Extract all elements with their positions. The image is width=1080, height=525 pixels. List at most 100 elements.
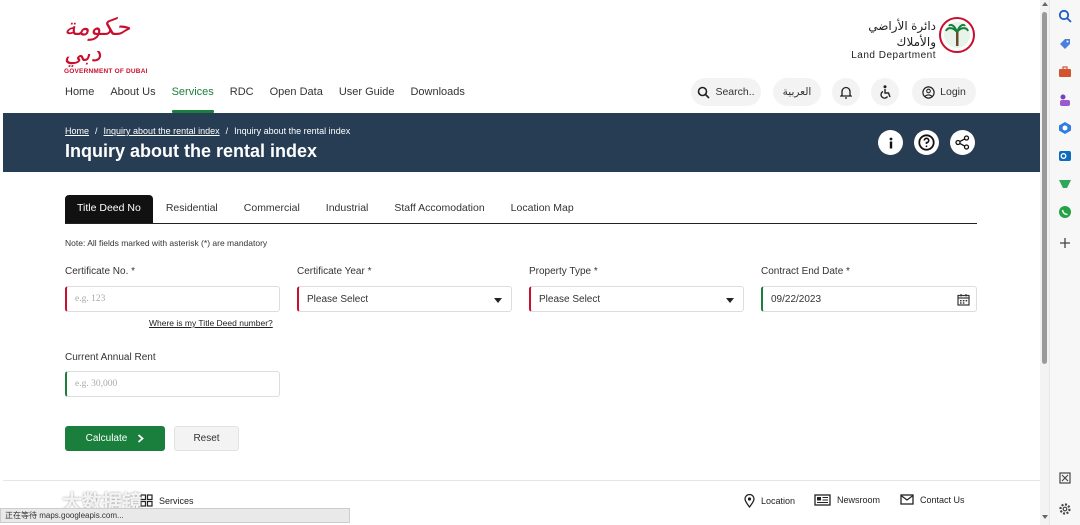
land-department-logo[interactable]: دائرة الأراضي والأملاك Land Department [836, 16, 978, 61]
nav-downloads[interactable]: Downloads [410, 84, 464, 106]
login-button[interactable]: Login [912, 78, 976, 106]
contact-label: Contact Us [920, 494, 965, 505]
scroll-up-arrow[interactable] [1042, 2, 1048, 6]
add-icon[interactable] [1058, 236, 1072, 250]
nav-open-data[interactable]: Open Data [270, 84, 323, 106]
calculate-button[interactable]: Calculate [65, 426, 165, 451]
contract-end-date-value: 09/22/2023 [771, 293, 822, 305]
user-icon [922, 85, 935, 99]
share-icon [955, 135, 970, 150]
question-icon [918, 134, 935, 151]
chevron-down-icon [726, 298, 734, 303]
share-button[interactable] [950, 130, 975, 155]
newsroom-label: Newsroom [837, 495, 881, 505]
search-label: Search.. [715, 86, 755, 98]
certificate-year-label: Certificate Year * [297, 266, 372, 277]
certificate-no-input[interactable]: e.g. 123 [65, 286, 280, 312]
tab-commercial[interactable]: Commercial [231, 195, 313, 223]
nav-home[interactable]: Home [65, 84, 94, 106]
property-type-value: Please Select [539, 293, 601, 305]
breadcrumb-parent[interactable]: Inquiry about the rental index [104, 126, 220, 136]
gear-icon[interactable] [1058, 502, 1072, 516]
contact-us-shortcut[interactable]: Contact Us [900, 494, 965, 505]
breadcrumb-home[interactable]: Home [65, 126, 89, 136]
newsroom-shortcut[interactable]: Newsroom [814, 494, 880, 506]
mandatory-note: Note: All fields marked with asterisk (*… [65, 238, 268, 248]
split-screen-icon[interactable] [1058, 471, 1072, 485]
whatsapp-icon[interactable] [1058, 205, 1072, 219]
location-pin-icon [744, 494, 755, 508]
location-shortcut[interactable]: Location [744, 494, 795, 508]
inquiry-tabs: Title Deed No Residential Commercial Ind… [65, 195, 977, 224]
services-label: Services [159, 495, 194, 506]
tab-title-deed-no[interactable]: Title Deed No [65, 195, 153, 223]
page-scrollbar[interactable] [1040, 0, 1049, 525]
tab-location-map[interactable]: Location Map [498, 195, 587, 223]
contract-end-date-label: Contract End Date * [761, 266, 850, 277]
envelope-icon [900, 494, 914, 505]
notifications-button[interactable] [832, 78, 860, 106]
browser-status-url: 正在等待 maps.googleapis.com... [0, 508, 350, 523]
designer-icon[interactable] [1058, 177, 1072, 191]
certificate-year-select[interactable]: Please Select [297, 286, 512, 312]
government-of-dubai-logo[interactable]: حكومة دبي GOVERNMENT OF DUBAI [64, 14, 154, 75]
games-icon[interactable] [1058, 93, 1072, 107]
tab-staff-accomodation[interactable]: Staff Accomodation [381, 195, 497, 223]
language-toggle-button[interactable]: العربية [773, 78, 821, 106]
breadcrumb-separator: / [95, 126, 98, 136]
property-type-label: Property Type * [529, 266, 598, 277]
current-annual-rent-input[interactable]: e.g. 30,000 [65, 371, 280, 397]
nav-services[interactable]: Services [171, 84, 214, 113]
land-logo-text: دائرة الأراضي والأملاك Land Department [836, 18, 936, 61]
reset-label: Reset [193, 433, 220, 444]
info-button[interactable] [878, 130, 903, 155]
browser-page: حكومة دبي GOVERNMENT OF DUBAI دائرة الأر… [0, 0, 1040, 525]
calculate-label: Calculate [85, 433, 128, 444]
certificate-year-value: Please Select [307, 293, 369, 305]
breadcrumb-current: Inquiry about the rental index [234, 126, 351, 136]
land-logo-english: Land Department [851, 50, 936, 61]
scroll-down-arrow[interactable] [1042, 515, 1048, 519]
breadcrumb: Home / Inquiry about the rental index / … [65, 126, 350, 136]
reset-button[interactable]: Reset [174, 426, 239, 451]
gov-logo-caption: GOVERNMENT OF DUBAI [64, 68, 148, 75]
nav-rdc[interactable]: RDC [230, 84, 254, 106]
office-icon[interactable] [1058, 121, 1072, 135]
search-button[interactable]: Search.. [691, 78, 761, 106]
accessibility-button[interactable] [871, 78, 899, 106]
calendar-icon[interactable] [957, 293, 970, 306]
search-icon[interactable] [1058, 9, 1072, 23]
location-label: Location [761, 496, 796, 506]
tab-industrial[interactable]: Industrial [313, 195, 382, 223]
land-logo-arabic: دائرة الأراضي والأملاك [868, 19, 936, 49]
tab-residential[interactable]: Residential [153, 195, 231, 223]
main-navigation: Home About Us Services RDC Open Data Use… [65, 84, 481, 113]
breadcrumb-separator: / [225, 126, 229, 136]
page-title: Inquiry about the rental index [65, 141, 318, 161]
nav-about-us[interactable]: About Us [110, 84, 155, 106]
search-icon [698, 86, 711, 99]
chevron-down-icon [494, 298, 502, 303]
scrollbar-thumb[interactable] [1042, 12, 1047, 364]
palm-emblem-icon [939, 17, 975, 53]
page-banner: Home / Inquiry about the rental index / … [3, 113, 1040, 172]
newspaper-icon [814, 494, 831, 506]
title-deed-help-link[interactable]: Where is my Title Deed number? [149, 318, 273, 328]
browser-sidebar [1049, 0, 1080, 525]
bell-icon [840, 86, 852, 99]
login-label: Login [940, 86, 966, 98]
certificate-no-label: Certificate No. * [65, 266, 136, 277]
property-type-select[interactable]: Please Select [529, 286, 744, 312]
outlook-icon[interactable] [1058, 149, 1072, 163]
chevron-right-icon [138, 434, 145, 443]
accessibility-icon [879, 85, 891, 99]
current-annual-rent-label: Current Annual Rent [65, 352, 156, 363]
current-annual-rent-placeholder: e.g. 30,000 [75, 379, 118, 389]
tag-icon[interactable] [1058, 37, 1072, 51]
gov-logo-arabic: حكومة دبي [64, 13, 131, 67]
help-button[interactable] [914, 130, 939, 155]
contract-end-date-input[interactable]: 09/22/2023 [761, 286, 977, 312]
toolbox-icon[interactable] [1058, 65, 1072, 79]
nav-user-guide[interactable]: User Guide [339, 84, 395, 106]
services-shortcut[interactable]: Services [140, 494, 194, 507]
